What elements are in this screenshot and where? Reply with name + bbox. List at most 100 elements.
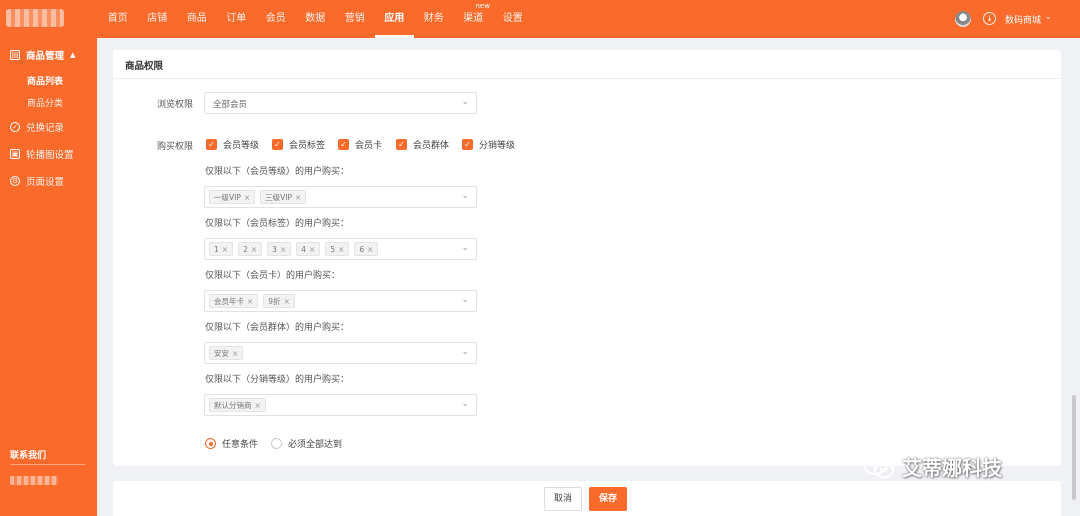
- member-group-select[interactable]: 安安 × ⌄: [204, 342, 477, 364]
- tag: 1 ×: [209, 242, 234, 256]
- nav-data[interactable]: 数据: [296, 0, 336, 38]
- member-level-select[interactable]: 一级VIP × 三级VIP × ⌄: [204, 186, 477, 208]
- download-icon[interactable]: ↓: [983, 12, 996, 25]
- divider: [113, 78, 1061, 79]
- close-icon[interactable]: ×: [367, 245, 373, 254]
- new-badge: new: [475, 2, 490, 10]
- nav-marketing[interactable]: 营销: [335, 0, 375, 38]
- close-icon[interactable]: ×: [244, 193, 250, 202]
- sidebar: ▤ 商品管理 ▲ 商品列表 商品分类 ✓ 兑换记录 ▣ 轮播图设置 ⚙ 页面设置…: [0, 38, 97, 516]
- tag: 5 ×: [325, 242, 350, 256]
- checkbox-member-level[interactable]: ✓ 会员等级: [206, 138, 259, 151]
- nav-settings[interactable]: 设置: [493, 0, 533, 38]
- distribution-level-hint: 仅限以下（分销等级）的用户购买：: [205, 375, 350, 385]
- member-level-hint: 仅限以下（会员等级）的用户购买：: [205, 167, 350, 177]
- caret-up-icon: ▲: [70, 51, 76, 59]
- contact-us[interactable]: 联系我们: [10, 448, 46, 461]
- chevron-down-icon[interactable]: ⌄: [1045, 12, 1052, 21]
- select-value: 全部会员: [213, 100, 248, 110]
- checkbox-label: 分销等级: [479, 141, 516, 151]
- check-circle-icon: ✓: [10, 122, 20, 132]
- tag: 2 ×: [238, 242, 263, 256]
- image-icon: ▣: [10, 149, 20, 159]
- browse-permission-label: 浏览权限: [156, 100, 193, 110]
- tag: 6 ×: [354, 242, 379, 256]
- distribution-level-select[interactable]: 默认分销商 × ⌄: [204, 394, 477, 416]
- sidebar-item-page-settings[interactable]: ⚙ 页面设置: [10, 174, 64, 188]
- close-icon[interactable]: ×: [338, 245, 344, 254]
- gear-icon: ⚙: [10, 176, 20, 186]
- nav-home[interactable]: 首页: [98, 0, 138, 38]
- checkbox-label: 会员等级: [223, 141, 260, 151]
- sidebar-group-label: 商品管理: [26, 51, 65, 62]
- close-icon[interactable]: ×: [232, 349, 238, 358]
- chevron-down-icon: ⌄: [461, 399, 469, 409]
- card-title: 商品权限: [125, 61, 164, 72]
- nav-channels[interactable]: new 渠道: [454, 0, 494, 38]
- nav-members[interactable]: 会员: [256, 0, 296, 38]
- checkbox-member-group[interactable]: ✓ 会员群体: [396, 138, 449, 151]
- save-button[interactable]: 保存: [589, 487, 627, 511]
- selected-tags: 安安 ×: [209, 346, 248, 360]
- main-nav: 首页 店铺 商品 订单 会员 数据 营销 应用 财务 new 渠道 设置: [98, 0, 533, 38]
- close-icon[interactable]: ×: [222, 245, 228, 254]
- sidebar-item-redeem-records[interactable]: ✓ 兑换记录: [10, 120, 64, 134]
- nav-apps[interactable]: 应用: [374, 0, 415, 38]
- scrollbar[interactable]: [1072, 395, 1076, 500]
- checkbox-distribution-level[interactable]: ✓ 分销等级: [462, 138, 515, 151]
- checkbox-checked-icon: ✓: [396, 139, 407, 150]
- nav-store[interactable]: 店铺: [138, 0, 178, 38]
- selected-tags: 一级VIP × 三级VIP ×: [209, 190, 311, 204]
- logo: [6, 9, 64, 27]
- checkbox-member-tag[interactable]: ✓ 会员标签: [272, 138, 325, 151]
- browse-permission-select[interactable]: 全部会员 ⌄: [204, 92, 477, 114]
- watermark: 艾蒂娜科技: [862, 452, 1002, 481]
- nav-orders[interactable]: 订单: [217, 0, 257, 38]
- close-icon[interactable]: ×: [295, 193, 301, 202]
- close-icon[interactable]: ×: [247, 297, 253, 306]
- tag: 9折 ×: [263, 294, 295, 308]
- top-navbar: 首页 店铺 商品 订单 会员 数据 营销 应用 财务 new 渠道 设置 ↓ 数…: [0, 0, 1080, 38]
- close-icon[interactable]: ×: [255, 401, 261, 410]
- buy-permission-label: 购买权限: [156, 142, 193, 152]
- radio-all-conditions[interactable]: 必须全部达到: [271, 437, 342, 450]
- selected-tags: 1 × 2 × 3 × 4 × 5 × 6 ×: [209, 242, 383, 256]
- nav-channels-label: 渠道: [463, 13, 484, 24]
- member-group-hint: 仅限以下（会员群体）的用户购买：: [205, 323, 350, 333]
- tag: 4 ×: [296, 242, 321, 256]
- avatar[interactable]: [955, 11, 971, 27]
- chevron-down-icon: ⌄: [461, 97, 469, 107]
- wechat-icon: [863, 454, 894, 478]
- close-icon[interactable]: ×: [309, 245, 315, 254]
- radio-label: 必须全部达到: [288, 440, 343, 450]
- cancel-button[interactable]: 取消: [544, 487, 582, 511]
- radio-any-condition[interactable]: 任意条件: [205, 437, 258, 450]
- radio-label: 任意条件: [222, 440, 259, 450]
- divider: [10, 464, 85, 465]
- shop-name[interactable]: 数码商城: [1005, 13, 1041, 26]
- close-icon[interactable]: ×: [280, 245, 286, 254]
- sidebar-group-products[interactable]: ▤ 商品管理 ▲: [10, 48, 75, 62]
- nav-finance[interactable]: 财务: [414, 0, 454, 38]
- tag: 3 ×: [267, 242, 292, 256]
- sidebar-item-label: 页面设置: [26, 177, 65, 188]
- checkbox-label: 会员卡: [355, 141, 383, 151]
- checkbox-checked-icon: ✓: [338, 139, 349, 150]
- checkbox-member-card[interactable]: ✓ 会员卡: [338, 138, 382, 151]
- member-tag-select[interactable]: 1 × 2 × 3 × 4 × 5 × 6 × ⌄: [204, 238, 477, 260]
- chevron-down-icon: ⌄: [461, 191, 469, 201]
- selected-tags: 会员年卡 × 9折 ×: [209, 294, 300, 308]
- sidebar-item-carousel-settings[interactable]: ▣ 轮播图设置: [10, 147, 74, 161]
- checkbox-label: 会员群体: [413, 141, 450, 151]
- chevron-down-icon: ⌄: [461, 243, 469, 253]
- sidebar-item-product-list[interactable]: 商品列表: [27, 74, 63, 87]
- nav-products[interactable]: 商品: [177, 0, 217, 38]
- sidebar-item-product-category[interactable]: 商品分类: [27, 96, 63, 109]
- close-icon[interactable]: ×: [284, 297, 290, 306]
- footer-bar: [113, 481, 1061, 516]
- close-icon[interactable]: ×: [251, 245, 257, 254]
- selected-tags: 默认分销商 ×: [209, 398, 271, 412]
- tag: 默认分销商 ×: [209, 398, 266, 412]
- radio-selected-icon: [205, 438, 216, 449]
- member-card-select[interactable]: 会员年卡 × 9折 × ⌄: [204, 290, 477, 312]
